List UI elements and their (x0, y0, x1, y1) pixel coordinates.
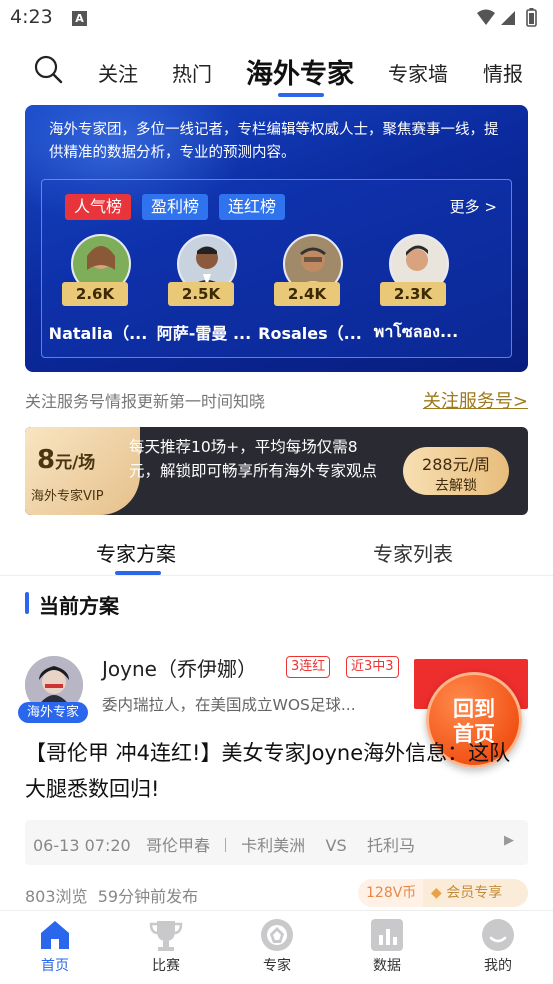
vip-label: 海外专家VIP (31, 489, 104, 504)
vip-price: 8元/场 (37, 445, 96, 475)
nav-experts[interactable]: 专家 (237, 917, 317, 981)
nav-data[interactable]: 数据 (347, 917, 427, 981)
recent-record-badge: 近3中3 (346, 656, 399, 678)
match-league: 哥伦甲春 (145, 836, 210, 855)
bottom-nav: 首页 比赛 专家 数据 我的 (0, 910, 553, 984)
bar-chart-icon (371, 919, 403, 951)
active-tab-indicator (278, 93, 324, 97)
vs-label: VS (325, 836, 347, 855)
top-tab-bar: 关注 热门 海外专家 专家墙 情报 (0, 44, 553, 100)
search-icon[interactable] (33, 54, 63, 88)
nav-data-label: 数据 (373, 958, 401, 974)
author-description: 委内瑞拉人，在美国成立WOS足球... (102, 696, 356, 714)
expert-card[interactable]: 2.4K Rosales（... (256, 234, 364, 346)
member-only-label: 会员专享 (446, 885, 503, 901)
expert-follower-count: 2.5K (168, 282, 234, 306)
vip-promo-bar[interactable]: 8元/场 海外专家VIP 每天推荐10场+，平均每场仅需8元，解锁即可畅享所有海… (25, 427, 528, 515)
view-count: 803浏览 (25, 887, 88, 906)
expert-card[interactable]: 2.6K Natalia（... (44, 234, 152, 346)
wifi-signal-battery-icon (477, 8, 537, 27)
notification-icon: A (72, 11, 87, 26)
section-title: 当前方案 (39, 594, 119, 618)
expert-follower-count: 2.4K (274, 282, 340, 306)
app-screen: 4:23 A 关注 热门 海外专家 专家墙 情报 海外专家团，多位一线记者，专栏… (0, 0, 553, 984)
expert-badge-icon (261, 919, 293, 951)
ranking-pill-profit[interactable]: 盈利榜 (142, 194, 209, 220)
vip-price-block: 8元/场 海外专家VIP (25, 427, 140, 515)
tab-hot[interactable]: 热门 (172, 58, 212, 87)
match-info: 06-13 07:20 哥伦甲春 卡利美洲 VS 托利马 (33, 832, 415, 856)
subtab-expert-plans[interactable]: 专家方案 (96, 538, 176, 567)
ranking-pill-popularity[interactable]: 人气榜 (65, 194, 132, 220)
expert-card[interactable]: 2.3K พาโซลอง... (362, 234, 470, 346)
banner-description: 海外专家团，多位一线记者，专栏编辑等权威人士，聚焦赛事一线，提供精准的数据分析，… (49, 122, 499, 161)
nav-profile-label: 我的 (484, 958, 512, 974)
nav-matches[interactable]: 比赛 (126, 917, 206, 981)
nav-profile[interactable]: 我的 (458, 917, 538, 981)
expert-name: 阿萨-雷曼 ... (156, 324, 252, 343)
subtab-expert-list[interactable]: 专家列表 (373, 538, 453, 567)
match-time: 06-13 07:20 (33, 836, 131, 855)
plan-meta: 803浏览 59分钟前发布 (25, 883, 198, 907)
expert-follower-count: 2.3K (380, 282, 446, 306)
divider (0, 575, 553, 576)
nav-matches-label: 比赛 (152, 958, 180, 974)
tab-intel[interactable]: 情报 (483, 58, 523, 87)
nav-home[interactable]: 首页 (15, 917, 95, 981)
vip-unlock-label: 去解锁 (435, 478, 477, 494)
nav-home-label: 首页 (41, 958, 69, 974)
streak-badge: 3连红 (286, 656, 331, 678)
price-coins: 128V币 (358, 879, 425, 907)
diamond-icon: ◆ (431, 885, 442, 901)
publish-time: 59分钟前发布 (97, 887, 199, 906)
follow-service-link[interactable]: 关注服务号> (423, 387, 528, 413)
overseas-expert-badge: 海外专家 (18, 702, 88, 723)
fab-line1: 回到 (453, 697, 495, 721)
section-marker (25, 592, 29, 614)
separator (225, 838, 227, 852)
vip-weekly-price: 288元/周 (422, 455, 490, 474)
expert-name: พาโซลอง... (373, 322, 459, 341)
trophy-icon (149, 921, 183, 951)
home-team: 卡利美洲 (241, 836, 306, 855)
author-name[interactable]: Joyne（乔伊娜） (102, 653, 257, 682)
home-icon (41, 921, 69, 949)
expert-name: Rosales（... (258, 324, 362, 343)
status-icons (475, 8, 541, 28)
chevron-right-icon: ▶ (504, 833, 514, 848)
more-link[interactable]: 更多 > (450, 196, 497, 217)
expert-follower-count: 2.6K (62, 282, 128, 306)
tab-overseas-experts[interactable]: 海外专家 (246, 52, 354, 91)
away-team: 托利马 (366, 836, 415, 855)
status-bar: 4:23 A (0, 0, 553, 38)
tab-follow[interactable]: 关注 (98, 58, 138, 87)
vip-description: 每天推荐10场+，平均每场仅需8元，解锁即可畅享所有海外专家观点 (129, 438, 378, 480)
expert-name: Natalia（... (48, 324, 148, 343)
match-info-row[interactable]: 06-13 07:20 哥伦甲春 卡利美洲 VS 托利马 ▶ (25, 820, 528, 865)
tab-expert-wall[interactable]: 专家墙 (388, 58, 448, 87)
ranking-pill-streak[interactable]: 连红榜 (219, 194, 286, 220)
expert-card[interactable]: 2.5K 阿萨-雷曼 ... (150, 234, 258, 346)
vip-unlock-button[interactable]: 288元/周 去解锁 (403, 447, 509, 495)
ranking-panel: 人气榜 盈利榜 连红榜 更多 > 2.6K Natalia（... 2.5K 阿… (41, 179, 512, 358)
follow-hint-text: 关注服务号情报更新第一时间知晓 (25, 392, 266, 411)
overseas-expert-banner: 海外专家团，多位一线记者，专栏编辑等权威人士，聚焦赛事一线，提供精准的数据分析，… (25, 105, 528, 372)
plan-headline[interactable]: 【哥伦甲 冲4连红!】美女专家Joyne海外信息：这队大腿悉数回归! (25, 735, 525, 807)
profile-icon (482, 919, 514, 951)
status-time: 4:23 (10, 6, 53, 28)
nav-experts-label: 专家 (263, 958, 291, 974)
member-only-badge: ◆ 会员专享 (423, 879, 528, 907)
